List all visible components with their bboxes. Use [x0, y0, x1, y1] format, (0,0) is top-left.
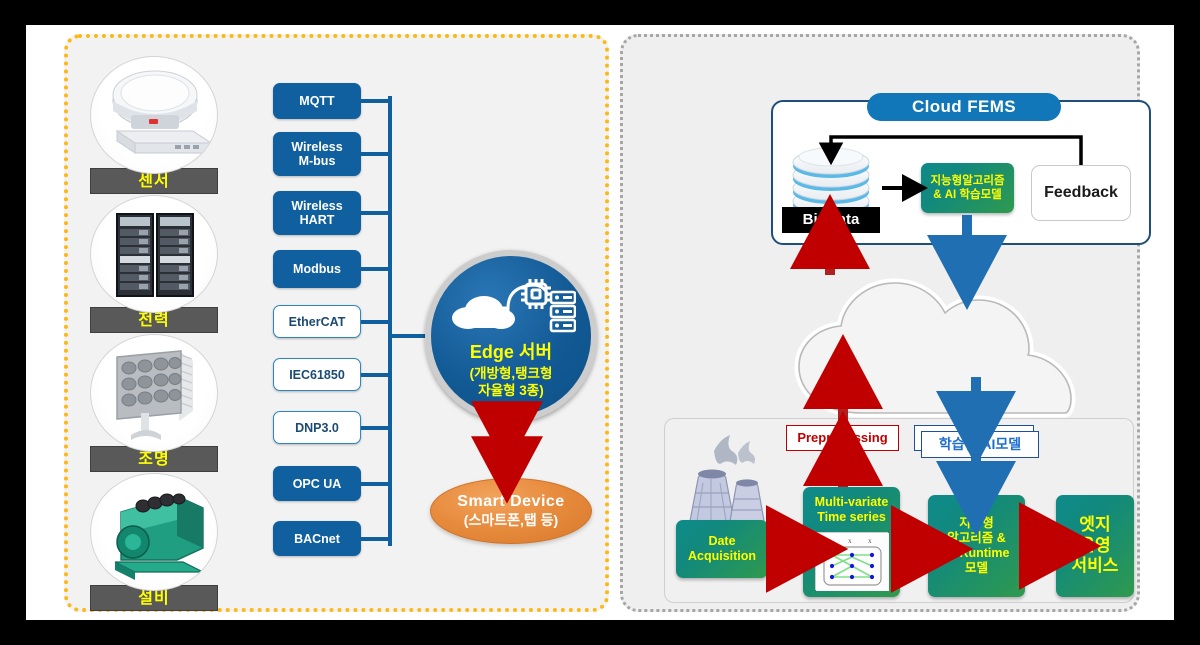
protocol-label: Modbus — [293, 262, 341, 276]
protocol-chip-opcua[interactable]: OPC UA — [273, 466, 361, 501]
industrial-machine-icon — [90, 473, 218, 591]
protocol-label: MQTT — [299, 94, 335, 108]
device-card-facility[interactable]: 설비 — [90, 473, 218, 611]
smart-device-title: Smart Device — [457, 492, 565, 510]
server-rack-icon — [90, 195, 218, 313]
protocol-label: EtherCAT — [288, 314, 346, 329]
process-step-data-acquisition[interactable]: Date Acquisition — [676, 520, 768, 578]
edge-server-icons — [431, 278, 591, 341]
protocol-stub — [361, 99, 391, 103]
feedback-label: Feedback — [1044, 184, 1118, 201]
protocol-chip-wireless-hart[interactable]: Wireless HART — [273, 191, 361, 235]
protocol-chip-ethercat[interactable]: EtherCAT — [273, 305, 361, 338]
protocol-label: BACnet — [294, 531, 340, 546]
protocol-stub — [361, 152, 391, 156]
trained-model-label: 학습된 AI모델 — [938, 436, 1022, 452]
device-card-sensor[interactable]: 센서 — [90, 56, 218, 194]
led-floodlight-icon — [90, 334, 218, 452]
protocol-chip-modbus[interactable]: Modbus — [273, 250, 361, 288]
edge-server-subtitle: (개방형,탱크형 자율형 3종) — [469, 366, 553, 399]
protocol-label: IEC61850 — [289, 367, 345, 382]
edge-server-node[interactable]: Edge 서버 (개방형,탱크형 자율형 3종) — [425, 250, 597, 422]
protocol-chip-dnp30[interactable]: DNP3.0 — [273, 411, 361, 444]
process-step-label: Multi-variate Time series — [814, 495, 889, 525]
preprocessing-label: Preprocessing — [797, 430, 888, 445]
smart-device-subtitle: (스마트폰,탭 등) — [463, 511, 559, 528]
smart-device-node[interactable]: Smart Device (스마트폰,탭 등) — [430, 478, 592, 544]
protocol-label: Wireless M-bus — [291, 140, 343, 168]
protocol-bus-to-edge — [388, 334, 428, 338]
protocol-chip-mqtt[interactable]: MQTT — [273, 83, 361, 119]
left-panel-edge-layer: 센서 전력 조명 설비 MQTT Wireless M-bus Wireless… — [64, 34, 609, 612]
bigdata-label: BigData — [782, 207, 880, 233]
protocol-label: OPC UA — [292, 476, 342, 491]
cloud-fems-title: Cloud FEMS — [867, 93, 1061, 121]
time-series-graph-icon: X X X — [815, 532, 889, 591]
cloud-outline-icon — [791, 275, 1091, 420]
protocol-stub — [361, 267, 391, 271]
ai-learning-model-label: 지능형알고리즘 & AI 학습모델 — [930, 174, 1005, 201]
sensor-dome-icon — [90, 56, 218, 174]
process-step-label: 지능형 알고리즘 & AI Runtime 모델 — [943, 515, 1010, 576]
preprocessing-box[interactable]: Preprocessing — [786, 425, 899, 451]
protocol-chip-wireless-mbus[interactable]: Wireless M-bus — [273, 132, 361, 176]
diagram-root: 센서 전력 조명 설비 MQTT Wireless M-bus Wireless… — [0, 0, 1200, 645]
protocol-stub — [361, 482, 391, 486]
protocol-stub — [361, 211, 391, 215]
device-card-power[interactable]: 전력 — [90, 195, 218, 333]
protocol-stub — [361, 320, 391, 324]
power-plant-icon — [674, 425, 772, 523]
protocol-label: Wireless HART — [291, 199, 343, 227]
process-step-edge-operation-service[interactable]: 엣지 운영 서비스 — [1056, 495, 1134, 597]
device-card-lighting[interactable]: 조명 — [90, 334, 218, 472]
svg-text:X: X — [848, 540, 852, 545]
protocol-chip-iec61850[interactable]: IEC61850 — [273, 358, 361, 391]
process-step-label: 엣지 운영 서비스 — [1071, 514, 1119, 576]
svg-text:X: X — [868, 540, 872, 545]
protocol-chip-bacnet[interactable]: BACnet — [273, 521, 361, 556]
edge-server-title: Edge 서버 — [469, 342, 553, 363]
protocol-stub — [361, 373, 391, 377]
protocol-label: DNP3.0 — [295, 420, 339, 435]
svg-text:X: X — [828, 540, 832, 545]
process-step-label: Date Acquisition — [687, 533, 757, 563]
protocol-stub — [361, 426, 391, 430]
ai-learning-model-box[interactable]: 지능형알고리즘 & AI 학습모델 — [921, 163, 1014, 213]
process-step-ai-runtime-model[interactable]: 지능형 알고리즘 & AI Runtime 모델 — [928, 495, 1025, 597]
protocol-stub — [361, 537, 391, 541]
trained-model-box[interactable]: 학습된 AI모델 — [921, 431, 1039, 458]
diagram-page: 센서 전력 조명 설비 MQTT Wireless M-bus Wireless… — [26, 25, 1174, 620]
feedback-box[interactable]: Feedback — [1031, 165, 1131, 221]
